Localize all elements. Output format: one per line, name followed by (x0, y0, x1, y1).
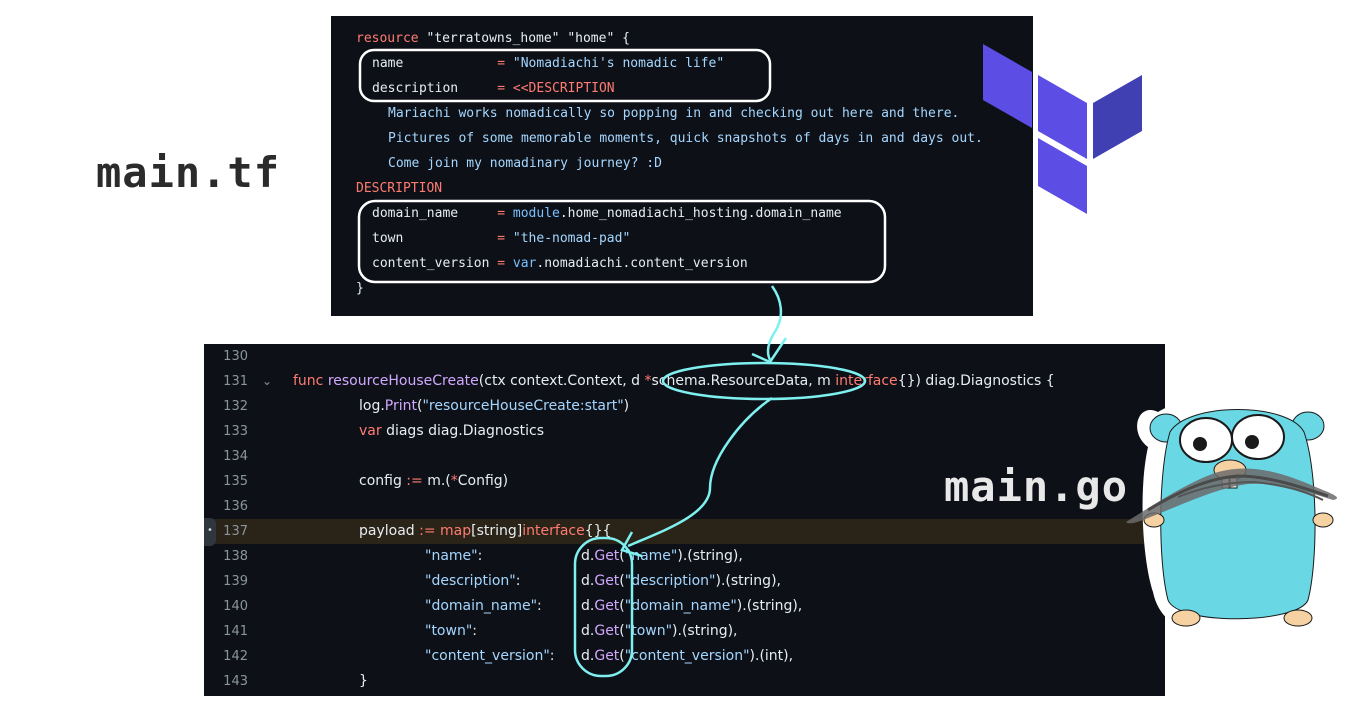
terraform-code-panel: resource "terratowns_home" "home" { name… (331, 16, 1033, 316)
tf-line-heredoc-3: Come join my nomadinary journey? :D (388, 156, 662, 171)
tf-line-content-version: content_version = var.nomadiachi.content… (372, 256, 748, 271)
tf-line-domain-name: domain_name = module.home_nomadiachi_hos… (372, 206, 842, 221)
go-line-131: 131 ⌄ func resourceHouseCreate(ctx conte… (204, 369, 1165, 394)
tf-line-town: town = "the-nomad-pad" (372, 231, 631, 246)
main-tf-label: main.tf (96, 148, 281, 197)
line-number: 133 (223, 424, 248, 439)
go-line-142: 142 "content_version": d.Get("content_ve… (204, 644, 1165, 669)
main-go-label: main.go (944, 462, 1129, 511)
line-number: 134 (223, 449, 248, 464)
line-number: 130 (223, 349, 248, 364)
line-number: 140 (223, 599, 248, 614)
tf-line-name: name = "Nomadiachi's nomadic life" (372, 56, 725, 71)
line-number: 142 (223, 649, 248, 664)
tf-line-description: description = <<DESCRIPTION (372, 81, 615, 96)
line-number: 138 (223, 549, 248, 564)
go-line-143: 143 } (204, 669, 1165, 694)
line-number: 143 (223, 674, 248, 689)
line-number: 135 (223, 474, 248, 489)
go-line-138: 138 "name": d.Get("name").(string), (204, 544, 1165, 569)
go-line-140: 140 "domain_name": d.Get("domain_name").… (204, 594, 1165, 619)
go-line-139: 139 "description": d.Get("description").… (204, 569, 1165, 594)
go-line-133: 133 var diags diag.Diagnostics (204, 419, 1165, 444)
tf-line-heredoc-2: Pictures of some memorable moments, quic… (388, 131, 983, 146)
go-line-130: 130 (204, 344, 1165, 369)
gutter-marker-icon[interactable]: • (204, 518, 216, 546)
go-line-141: 141 "town": d.Get("town").(string), (204, 619, 1165, 644)
tf-line-close-brace: } (356, 281, 364, 296)
tf-line-resource: resource "terratowns_home" "home" { (356, 31, 630, 46)
go-line-137: 137 payload := map[string]interface{}{ (204, 519, 1165, 544)
line-number: 136 (223, 499, 248, 514)
go-code-panel: 130 131 ⌄ func resourceHouseCreate(ctx c… (204, 344, 1165, 696)
fold-chevron-icon[interactable]: ⌄ (262, 369, 272, 394)
tf-line-heredoc-1: Mariachi works nomadically so popping in… (388, 106, 960, 121)
line-number: 139 (223, 574, 248, 589)
tf-line-heredoc-end: DESCRIPTION (356, 181, 443, 196)
line-number: 131 (223, 374, 248, 389)
line-number: 141 (223, 624, 248, 639)
line-number: 132 (223, 399, 248, 414)
go-line-132: 132 log.Print("resourceHouseCreate:start… (204, 394, 1165, 419)
